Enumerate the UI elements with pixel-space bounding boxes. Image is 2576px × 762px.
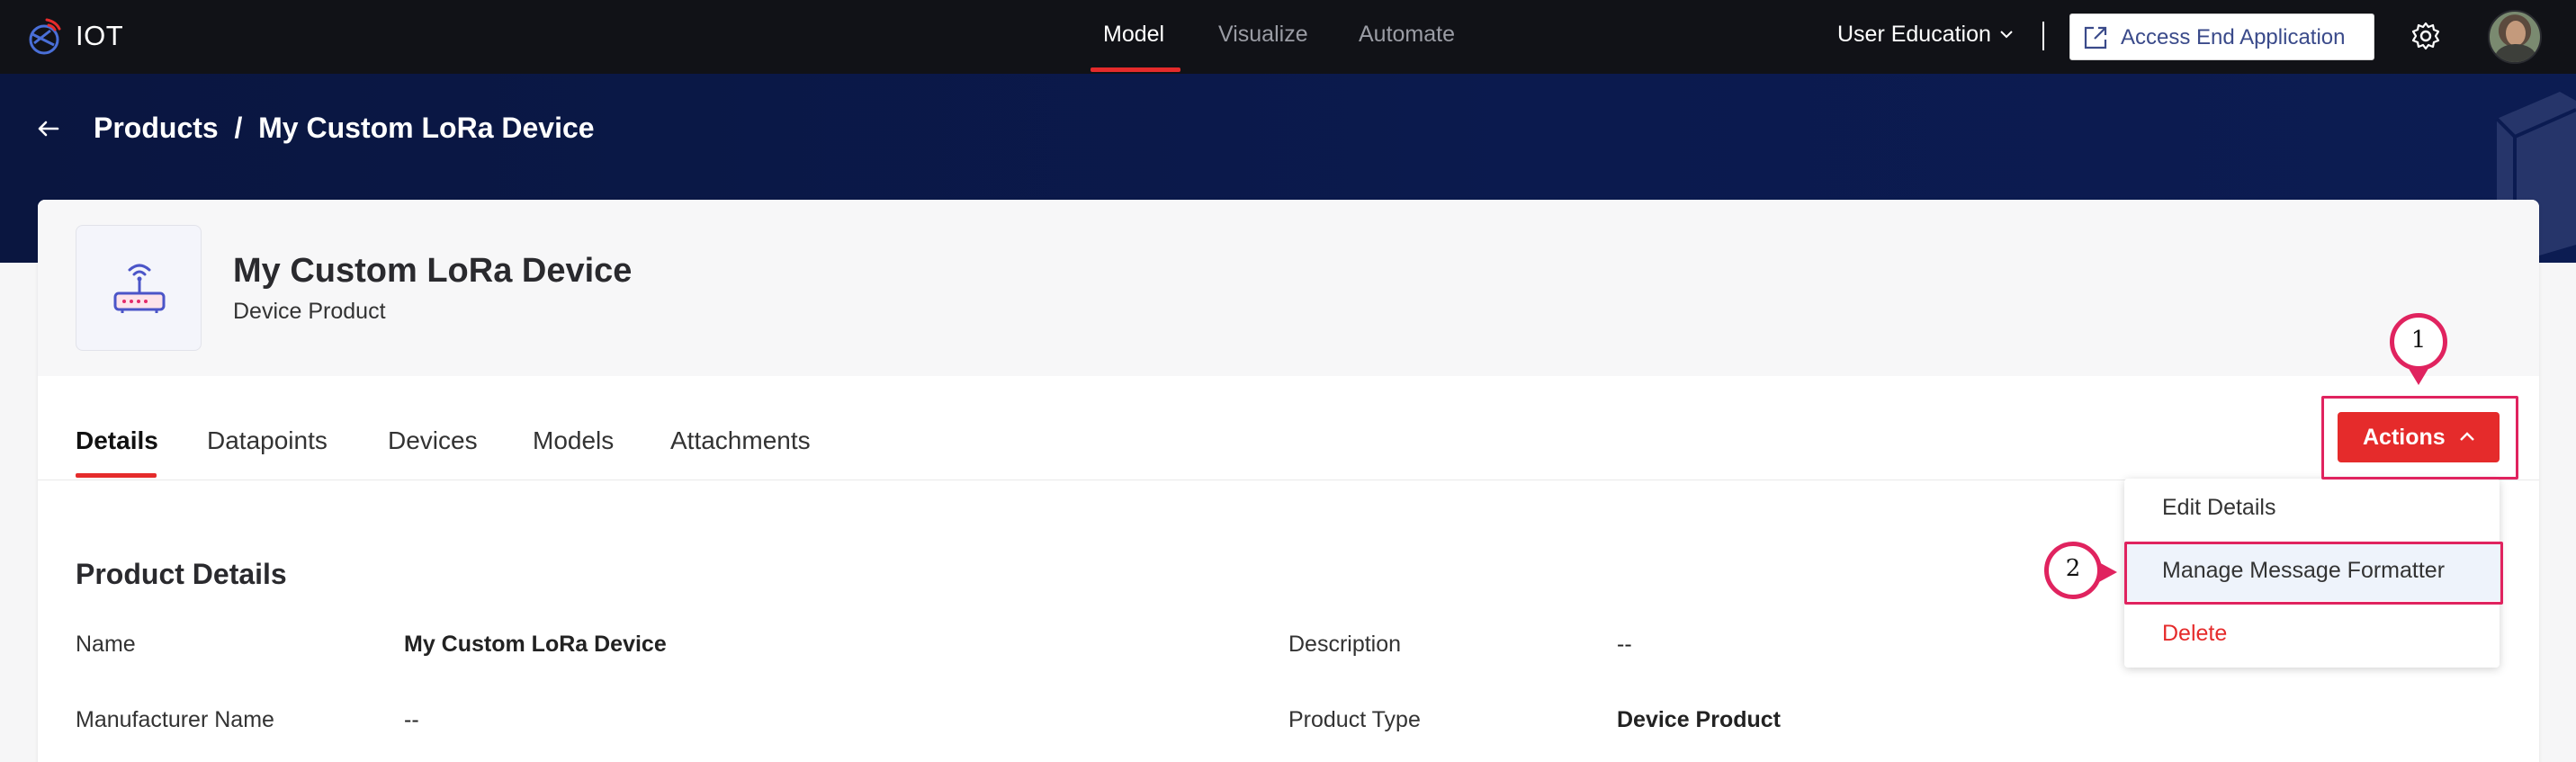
gear-icon[interactable] bbox=[2410, 20, 2442, 52]
annotation-pointer-1 bbox=[2408, 367, 2429, 385]
annotation-step-1-label: 1 bbox=[2410, 327, 2427, 354]
app-name[interactable]: IOT bbox=[76, 20, 123, 52]
org-selector[interactable]: User Education bbox=[1837, 22, 1991, 48]
annotation-pointer-2 bbox=[2097, 561, 2117, 583]
top-nav-automate[interactable]: Automate bbox=[1359, 22, 1455, 48]
product-subtitle: Device Product bbox=[233, 299, 386, 324]
tab-devices[interactable]: Devices bbox=[388, 426, 478, 455]
avatar[interactable] bbox=[2488, 10, 2542, 64]
router-icon bbox=[113, 264, 166, 313]
tab-attachments[interactable]: Attachments bbox=[670, 426, 811, 455]
detail-label-description: Description bbox=[1288, 632, 1402, 657]
top-nav-model[interactable]: Model bbox=[1103, 22, 1164, 48]
annotation-step-2-label: 2 bbox=[2065, 555, 2081, 582]
menu-item-edit-details[interactable]: Edit Details bbox=[2124, 479, 2500, 538]
tab-models[interactable]: Models bbox=[533, 426, 614, 455]
external-link-icon bbox=[2084, 26, 2107, 49]
top-bar: IOT Model Visualize Automate User Educat… bbox=[0, 0, 2576, 74]
section-title: Product Details bbox=[76, 558, 287, 590]
menu-item-delete[interactable]: Delete bbox=[2124, 605, 2500, 664]
menu-item-label: Edit Details bbox=[2162, 495, 2276, 520]
detail-label-product-type: Product Type bbox=[1288, 707, 1421, 732]
detail-label-name: Name bbox=[76, 632, 136, 657]
chevron-down-icon[interactable] bbox=[1999, 29, 2014, 40]
top-divider bbox=[2042, 22, 2044, 50]
active-tab-indicator bbox=[76, 473, 157, 478]
detail-value-manufacturer: -- bbox=[404, 707, 419, 732]
active-nav-indicator bbox=[1091, 67, 1180, 72]
detail-value-product-type: Device Product bbox=[1617, 707, 1782, 732]
access-button-label: Access End Application bbox=[2121, 25, 2346, 49]
access-end-application-button[interactable]: Access End Application bbox=[2069, 13, 2374, 60]
annotation-step-2: 2 bbox=[2044, 542, 2102, 599]
product-icon-box bbox=[76, 225, 202, 351]
annotation-highlight-actions bbox=[2321, 396, 2518, 480]
tab-datapoints[interactable]: Datapoints bbox=[207, 426, 328, 455]
tab-details[interactable]: Details bbox=[76, 426, 158, 455]
product-title: My Custom LoRa Device bbox=[233, 252, 633, 290]
detail-label-manufacturer: Manufacturer Name bbox=[76, 707, 274, 732]
menu-item-label: Delete bbox=[2162, 621, 2228, 646]
detail-value-description: -- bbox=[1617, 632, 1632, 657]
detail-value-name: My Custom LoRa Device bbox=[404, 632, 667, 657]
annotation-step-1: 1 bbox=[2390, 313, 2447, 371]
arrow-left-icon[interactable] bbox=[34, 115, 61, 142]
breadcrumb[interactable]: Products / My Custom LoRa Device bbox=[94, 112, 595, 145]
avatar-body bbox=[2495, 44, 2536, 62]
iot-logo-icon[interactable] bbox=[23, 16, 65, 58]
avatar-face bbox=[2506, 21, 2526, 46]
top-nav-visualize[interactable]: Visualize bbox=[1218, 22, 1308, 48]
annotation-highlight-manage-formatter bbox=[2124, 542, 2503, 605]
